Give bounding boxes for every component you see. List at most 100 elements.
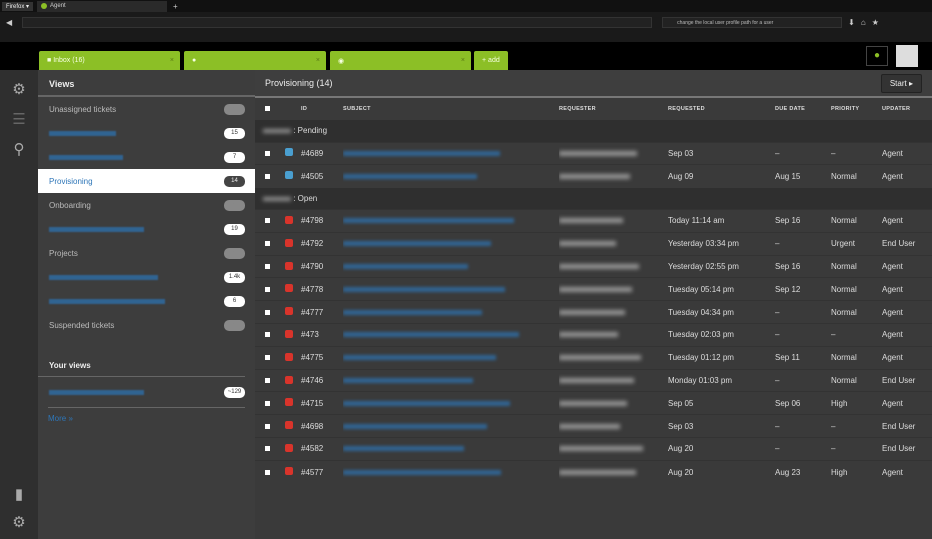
view-item[interactable]: 19	[38, 217, 255, 241]
new-tab-icon[interactable]: +	[173, 2, 178, 11]
avatar[interactable]	[896, 45, 918, 67]
view-item[interactable]: 1.4k	[38, 265, 255, 289]
ticket-subject-link[interactable]	[343, 355, 496, 361]
table-row[interactable]: #4746 Monday 01:03 pm – Normal End User	[255, 368, 932, 392]
list-icon[interactable]: ☰	[0, 110, 38, 128]
ticket-subject-link[interactable]	[343, 423, 487, 429]
view-item[interactable]: Provisioning 14	[38, 169, 255, 193]
tab-org[interactable]: ◉ ×	[330, 51, 471, 70]
view-item[interactable]: 15	[38, 121, 255, 145]
ticket-subject-link[interactable]	[343, 400, 510, 406]
browser-tab[interactable]: Agent	[37, 0, 168, 12]
view-item[interactable]: Suspended tickets 0	[38, 313, 255, 337]
back-icon[interactable]: ◀	[6, 18, 12, 27]
browser-search-input[interactable]: change the local user profile path for a…	[662, 16, 843, 28]
ticket-subject-link[interactable]	[343, 332, 519, 338]
column-header-updater[interactable]: UPDATER	[882, 98, 932, 120]
table-row[interactable]: #4505 Aug 09 Aug 15 Normal Agent	[255, 164, 932, 188]
view-item[interactable]: ~129	[38, 377, 255, 407]
ticket-subject-link[interactable]	[343, 309, 482, 315]
favicon-icon	[41, 3, 48, 9]
column-header-requested[interactable]: REQUESTED	[668, 98, 775, 120]
column-header-due-date[interactable]: DUE DATE	[775, 98, 831, 120]
download-icon[interactable]: ⬇	[848, 18, 855, 27]
status-icon	[285, 171, 293, 180]
table-row[interactable]: #4778 Tuesday 05:14 pm Sep 12 Normal Agent	[255, 277, 932, 301]
table-row[interactable]: #4689 Sep 03– – Agent	[255, 141, 932, 165]
select-all-checkbox[interactable]	[265, 105, 270, 111]
view-item[interactable]: Projects 0	[38, 241, 255, 265]
requested: Aug 20	[668, 437, 775, 461]
ticket-subject-link[interactable]	[343, 469, 501, 475]
view-item[interactable]: 6	[38, 289, 255, 313]
due-date: –	[775, 231, 831, 256]
chat-icon[interactable]: ●	[866, 46, 888, 66]
table-row[interactable]: #4775 Tuesday 01:12 pm Sep 11 Normal Agent	[255, 345, 932, 370]
tab-user[interactable]: ● ×	[184, 51, 326, 70]
ticket-id: #4778	[301, 277, 343, 301]
table-row[interactable]: #4790 Yesterday 02:55 pm Sep 16 Normal Agent	[255, 254, 932, 278]
row-checkbox[interactable]	[265, 355, 270, 361]
table-row[interactable]: #4698 Sep 03– – End User	[255, 414, 932, 438]
ticket-subject-link[interactable]	[343, 150, 500, 156]
ticket-subject-link[interactable]	[343, 264, 468, 270]
ticket-subject-link[interactable]	[343, 286, 505, 292]
row-checkbox[interactable]	[265, 173, 270, 179]
column-header-subject[interactable]: SUBJECT	[343, 98, 559, 120]
view-count: 0	[224, 103, 245, 115]
view-item[interactable]: Unassigned tickets 0	[38, 97, 255, 121]
column-header-id[interactable]: ID	[301, 98, 343, 120]
row-checkbox[interactable]	[265, 446, 270, 452]
row-checkbox[interactable]	[265, 378, 270, 384]
gear-icon[interactable]: ⚙	[0, 80, 38, 98]
url-bar[interactable]	[22, 16, 653, 28]
column-header-requester[interactable]: REQUESTER	[559, 98, 668, 120]
ticket-id: #4715	[301, 391, 343, 415]
row-checkbox[interactable]	[265, 218, 270, 224]
table-row[interactable]: #473 Tuesday 02:03 pm – – Agent	[255, 323, 932, 347]
close-icon[interactable]: ×	[461, 57, 465, 64]
column-header-priority[interactable]: PRIORITY	[831, 98, 882, 120]
status-icon	[285, 261, 293, 270]
ticket-subject-link[interactable]	[343, 241, 491, 247]
row-checkbox[interactable]	[265, 286, 270, 292]
table-row[interactable]: #4792 Yesterday 03:34 pm – Urgent End User	[255, 231, 932, 256]
row-checkbox[interactable]	[265, 264, 270, 270]
chart-icon[interactable]: ▮	[0, 485, 38, 503]
row-checkbox[interactable]	[265, 309, 270, 315]
view-label	[49, 389, 144, 395]
start-button[interactable]: Start ▸	[880, 73, 922, 93]
bookmark-star-icon[interactable]: ★	[872, 18, 879, 27]
row-checkbox[interactable]	[265, 241, 270, 247]
row-checkbox[interactable]	[265, 150, 270, 156]
tab-inbox[interactable]: ■ Inbox (16) ×	[39, 51, 180, 70]
org-icon: ◉	[338, 57, 345, 65]
table-row[interactable]: #4577 Aug 20 Aug 23 High Agent	[255, 459, 932, 484]
table-row[interactable]: #4798 Today 11:14 am Sep 16 Normal Agent	[255, 209, 932, 233]
close-icon[interactable]: ×	[170, 57, 174, 64]
row-checkbox[interactable]	[265, 400, 270, 406]
view-count: 0	[224, 247, 245, 259]
view-count: 0	[224, 199, 245, 211]
row-checkbox[interactable]	[265, 423, 270, 429]
search-icon[interactable]: ⚲	[0, 140, 38, 158]
more-link[interactable]: More »	[48, 414, 73, 423]
add-tab-button[interactable]: + add	[474, 51, 508, 70]
row-checkbox[interactable]	[265, 469, 270, 475]
table-row[interactable]: #4715 Sep 05 Sep 06 High Agent	[255, 391, 932, 415]
close-icon[interactable]: ×	[316, 57, 320, 64]
ticket-subject-link[interactable]	[343, 378, 473, 384]
view-item[interactable]: 7	[38, 145, 255, 169]
view-item[interactable]: Onboarding 0	[38, 193, 255, 217]
ticket-subject-link[interactable]	[343, 173, 477, 179]
row-checkbox[interactable]	[265, 332, 270, 338]
firefox-menu-button[interactable]: Firefox ▾	[2, 1, 34, 11]
settings-icon[interactable]: ⚙	[0, 513, 38, 531]
ticket-subject-link[interactable]	[343, 218, 514, 224]
requester	[559, 264, 639, 270]
ticket-subject-link[interactable]	[343, 446, 464, 452]
table-row[interactable]: #4582 Aug 20– – End User	[255, 437, 932, 461]
home-icon[interactable]: ⌂	[861, 18, 866, 27]
view-count: 14	[224, 175, 245, 187]
table-row[interactable]: #4777 Tuesday 04:34 pm – Normal Agent	[255, 300, 932, 324]
